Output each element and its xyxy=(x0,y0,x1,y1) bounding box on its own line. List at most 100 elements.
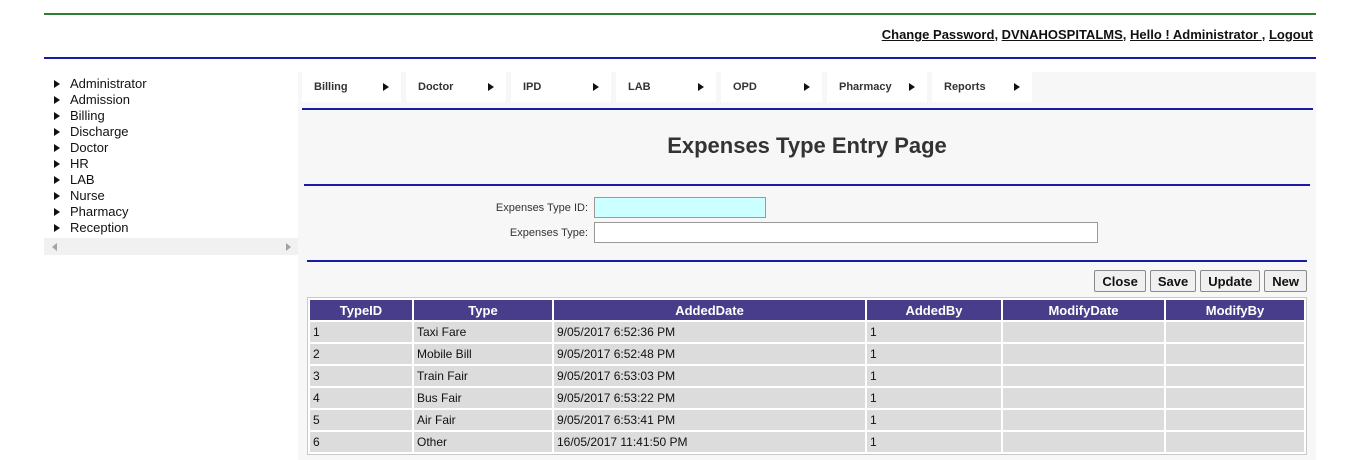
change-password-link[interactable]: Change Password xyxy=(882,27,995,42)
cell-addedby: 1 xyxy=(867,410,1001,430)
sidebar-item-admission[interactable]: Admission xyxy=(54,92,298,108)
cell-modifydate xyxy=(1003,344,1164,364)
cell-typeid: 4 xyxy=(310,388,412,408)
sidebar-item-pharmacy[interactable]: Pharmacy xyxy=(54,204,298,220)
table-row[interactable]: 3 Train Fair 9/05/2017 6:53:03 PM 1 xyxy=(310,366,1304,386)
menu-item-lab[interactable]: LAB xyxy=(616,72,716,102)
cell-addeddate: 9/05/2017 6:53:03 PM xyxy=(554,366,865,386)
sidebar-item-administrator[interactable]: Administrator xyxy=(54,76,298,92)
sidebar-item-label: Doctor xyxy=(70,140,109,155)
cell-addedby: 1 xyxy=(867,388,1001,408)
cell-modifyby xyxy=(1166,322,1304,342)
menu-item-billing[interactable]: Billing xyxy=(302,72,401,102)
type-id-input[interactable] xyxy=(594,197,766,218)
submenu-arrow-icon xyxy=(804,83,810,91)
sidebar-horizontal-scrollbar[interactable] xyxy=(44,238,298,255)
sidebar-item-hr[interactable]: HR xyxy=(54,156,298,172)
cell-modifydate xyxy=(1003,366,1164,386)
sidebar-tree: Administrator Admission Billing Discharg… xyxy=(44,72,298,255)
submenu-arrow-icon xyxy=(383,83,389,91)
expand-arrow-icon[interactable] xyxy=(54,160,60,168)
hospital-link[interactable]: DVNAHOSPITALMS xyxy=(1002,27,1123,42)
menu-item-label: IPD xyxy=(523,81,542,93)
cell-modifyby xyxy=(1166,410,1304,430)
type-label: Expenses Type: xyxy=(509,226,588,239)
sidebar-item-label: Discharge xyxy=(70,124,129,139)
save-button[interactable]: Save xyxy=(1149,270,1197,292)
menu-item-pharmacy[interactable]: Pharmacy xyxy=(827,72,927,102)
column-header-addedby[interactable]: AddedBy xyxy=(867,300,1001,320)
update-button[interactable]: Update xyxy=(1200,270,1261,292)
table-row[interactable]: 5 Air Fair 9/05/2017 6:53:41 PM 1 xyxy=(310,410,1304,430)
close-button[interactable]: Close xyxy=(1094,270,1146,292)
expand-arrow-icon[interactable] xyxy=(54,112,60,120)
expand-arrow-icon[interactable] xyxy=(54,208,60,216)
cell-typeid: 3 xyxy=(310,366,412,386)
column-header-type[interactable]: Type xyxy=(414,300,552,320)
menu-item-reports[interactable]: Reports xyxy=(932,72,1032,102)
page-title: Expenses Type Entry Page xyxy=(667,133,947,158)
column-header-modifydate[interactable]: ModifyDate xyxy=(1003,300,1164,320)
submenu-arrow-icon xyxy=(1014,83,1020,91)
sidebar-item-label: Administrator xyxy=(70,76,147,91)
menu-item-ipd[interactable]: IPD xyxy=(511,72,611,102)
sidebar-item-billing[interactable]: Billing xyxy=(54,108,298,124)
expand-arrow-icon[interactable] xyxy=(54,224,60,232)
column-header-typeid[interactable]: TypeID xyxy=(310,300,412,320)
sidebar-item-reception[interactable]: Reception xyxy=(54,220,298,236)
table-row[interactable]: 1 Taxi Fare 9/05/2017 6:52:36 PM 1 xyxy=(310,322,1304,342)
cell-addedby: 1 xyxy=(867,366,1001,386)
sidebar-item-label: Reception xyxy=(70,220,129,235)
top-rule xyxy=(44,13,1316,15)
sidebar-item-label: LAB xyxy=(70,172,95,187)
expand-arrow-icon[interactable] xyxy=(54,128,60,136)
cell-modifydate xyxy=(1003,388,1164,408)
menu-item-label: Doctor xyxy=(418,81,454,93)
sidebar-list: Administrator Admission Billing Discharg… xyxy=(44,72,298,236)
sidebar-item-label: Nurse xyxy=(70,188,105,203)
expand-arrow-icon[interactable] xyxy=(54,192,60,200)
cell-type: Taxi Fare xyxy=(414,322,552,342)
menu-item-label: OPD xyxy=(733,81,757,93)
cell-typeid: 6 xyxy=(310,432,412,452)
header-links: Change Password, DVNAHOSPITALMS, Hello !… xyxy=(882,27,1313,42)
header-rule xyxy=(44,57,1316,59)
cell-addeddate: 9/05/2017 6:52:48 PM xyxy=(554,344,865,364)
type-input[interactable] xyxy=(594,222,1098,243)
column-header-addeddate[interactable]: AddedDate xyxy=(554,300,865,320)
sidebar-item-discharge[interactable]: Discharge xyxy=(54,124,298,140)
cell-type: Other xyxy=(414,432,552,452)
cell-addeddate: 9/05/2017 6:53:41 PM xyxy=(554,410,865,430)
submenu-arrow-icon xyxy=(909,83,915,91)
expand-arrow-icon[interactable] xyxy=(54,96,60,104)
column-header-modifyby[interactable]: ModifyBy xyxy=(1166,300,1304,320)
menu-item-opd[interactable]: OPD xyxy=(721,72,822,102)
sidebar-item-doctor[interactable]: Doctor xyxy=(54,140,298,156)
expenses-type-grid: TypeID Type AddedDate AddedBy ModifyDate… xyxy=(307,297,1307,455)
menu-item-doctor[interactable]: Doctor xyxy=(406,72,506,102)
cell-addedby: 1 xyxy=(867,344,1001,364)
action-buttons: Close Save Update New xyxy=(1094,270,1307,292)
form-rule xyxy=(307,260,1307,262)
table-row[interactable]: 6 Other 16/05/2017 11:41:50 PM 1 xyxy=(310,432,1304,452)
cell-modifyby xyxy=(1166,388,1304,408)
expand-arrow-icon[interactable] xyxy=(54,176,60,184)
new-button[interactable]: New xyxy=(1264,270,1307,292)
logout-link[interactable]: Logout xyxy=(1269,27,1313,42)
cell-addedby: 1 xyxy=(867,432,1001,452)
table-row[interactable]: 4 Bus Fair 9/05/2017 6:53:22 PM 1 xyxy=(310,388,1304,408)
sidebar-item-lab[interactable]: LAB xyxy=(54,172,298,188)
sidebar-item-nurse[interactable]: Nurse xyxy=(54,188,298,204)
top-menu: Billing Doctor IPD LAB OPD Pharmacy Repo… xyxy=(302,72,1037,102)
greeting-link[interactable]: Hello ! Administrator xyxy=(1130,27,1262,42)
expand-arrow-icon[interactable] xyxy=(54,80,60,88)
cell-type: Train Fair xyxy=(414,366,552,386)
scroll-right-icon[interactable] xyxy=(286,243,291,251)
table-row[interactable]: 2 Mobile Bill 9/05/2017 6:52:48 PM 1 xyxy=(310,344,1304,364)
app-window: Change Password, DVNAHOSPITALMS, Hello !… xyxy=(0,0,1360,460)
submenu-arrow-icon xyxy=(593,83,599,91)
menu-item-label: Pharmacy xyxy=(839,81,892,93)
scroll-left-icon[interactable] xyxy=(52,243,57,251)
cell-addeddate: 9/05/2017 6:53:22 PM xyxy=(554,388,865,408)
expand-arrow-icon[interactable] xyxy=(54,144,60,152)
